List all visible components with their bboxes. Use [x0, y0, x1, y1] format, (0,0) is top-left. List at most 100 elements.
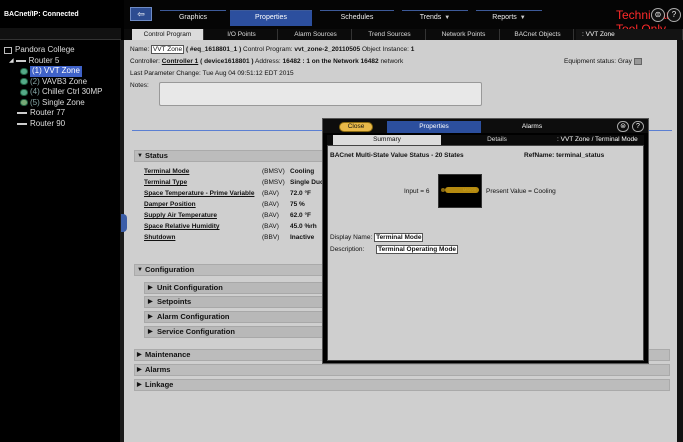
collapse-icon: ▼ [137, 153, 143, 159]
dropdown-arrow-icon: ▼ [519, 15, 526, 21]
section-title: Alarms [145, 365, 171, 374]
msv-chip: MSV20 [445, 187, 479, 193]
name-field[interactable]: VVT Zone [150, 45, 185, 54]
input-value: Input = 6 [404, 188, 430, 195]
tree-item-vvt-zone[interactable]: (1) VVT Zone [4, 66, 102, 77]
equipment-status: Equipment status: Gray [564, 58, 642, 65]
point-link[interactable]: Supply Air Temperature [144, 212, 217, 219]
refname: RefName: terminal_status [524, 152, 605, 159]
tab-reports[interactable]: Reports ▼ [476, 10, 542, 26]
router-icon [17, 122, 27, 125]
expand-icon: ▶ [148, 285, 153, 291]
back-arrow-icon[interactable]: ⇦ [130, 7, 152, 21]
help-icon[interactable]: ? [667, 8, 681, 22]
point-type: (BAV) [262, 201, 279, 208]
tree-item-chiller-ctrl[interactable]: (4) Chiller Ctrl 30MP [4, 87, 102, 98]
equipment-icon [21, 79, 27, 85]
tab-network-points[interactable]: Network Points [428, 29, 500, 40]
dialog-tab-alarms[interactable]: Alarms [489, 121, 575, 133]
tree-item-vavb3-zone[interactable]: (2) VAVB3 Zone [4, 77, 102, 88]
point-type: (BBV) [262, 234, 280, 241]
tree-label: Router 77 [30, 108, 66, 117]
tab-io-points[interactable]: I/O Points [206, 29, 278, 40]
point-link[interactable]: Damper Position [144, 201, 196, 208]
property-subtabs: Control Program I/O Points Alarm Sources… [124, 29, 683, 40]
label: Description: [330, 246, 365, 253]
tab-control-program[interactable]: Control Program [132, 29, 204, 40]
print-icon[interactable]: ⊜ [651, 8, 665, 22]
panel-toggle-handle[interactable] [121, 214, 127, 232]
tree-label: VAVB3 Zone [42, 76, 88, 86]
tab-bacnet-objects[interactable]: BACnet Objects [502, 29, 574, 40]
point-link[interactable]: Shutdown [144, 234, 175, 241]
tab-trend-sources[interactable]: Trend Sources [354, 29, 426, 40]
present-value-text: Present Value = Cooling [486, 188, 556, 195]
present-value: Present Value = Cooling [486, 188, 556, 195]
setpoints-header[interactable]: ▶ Setpoints [144, 296, 324, 308]
collapse-strip[interactable] [0, 28, 121, 40]
close-button[interactable]: Close [339, 122, 373, 132]
section-title: Maintenance [145, 350, 191, 359]
description-field[interactable]: Terminal Operating Mode [376, 245, 459, 254]
tree-item-pandora-college[interactable]: Pandora College [4, 45, 102, 56]
point-value: Cooling [290, 168, 315, 175]
display-name-field[interactable]: Terminal Mode [374, 233, 424, 242]
point-link[interactable]: Space Temperature - Prime Variable [144, 190, 254, 197]
point-value: Inactive [290, 234, 315, 241]
help-icon[interactable]: ? [632, 121, 644, 132]
controller-link[interactable]: Controller 1 [162, 58, 198, 65]
tab-properties[interactable]: Properties [230, 10, 312, 26]
tab-trends[interactable]: Trends ▼ [402, 10, 468, 26]
object-instance-value: 1 [410, 46, 415, 53]
tab-graphics[interactable]: Graphics [160, 10, 226, 26]
display-name-row: Display Name: Terminal Mode [330, 233, 424, 242]
building-icon [4, 46, 12, 54]
tab-schedules[interactable]: Schedules [320, 10, 394, 26]
section-title: Configuration [145, 265, 195, 274]
point-value: 72.0 °F [290, 190, 312, 197]
tree-item-number: (5) [30, 97, 40, 107]
tree-item-router-5[interactable]: ◢ Router 5 [4, 56, 102, 67]
tree-item-number: (1) [32, 66, 42, 75]
point-link[interactable]: Terminal Type [144, 179, 187, 186]
print-icon[interactable]: ⊜ [617, 121, 629, 132]
router-icon [15, 59, 26, 62]
description-row: Description: Terminal Operating Mode [330, 245, 459, 254]
tab-label: Reports [492, 14, 517, 21]
tree-item-router-77[interactable]: Router 77 [4, 108, 102, 119]
alarms-section-header[interactable]: ▶ Alarms [134, 364, 670, 376]
status-section-header[interactable]: ▼ Status [134, 150, 324, 162]
expand-icon: ◢ [9, 57, 14, 64]
tree-item-number: (4) [30, 87, 40, 96]
dialog-tab-details[interactable]: Details [443, 135, 551, 145]
navigation-tree: Pandora College ◢ Router 5 (1) VVT Zone … [4, 45, 102, 129]
configuration-section-header[interactable]: ▼ Configuration [134, 264, 324, 276]
point-link[interactable]: Terminal Mode [144, 168, 189, 175]
dialog-tab-summary[interactable]: Summary [333, 135, 441, 145]
dialog-tab-properties[interactable]: Properties [387, 121, 481, 133]
tree-label: Pandora College [15, 45, 75, 54]
expand-icon: ▶ [137, 382, 142, 388]
expand-icon: ▶ [148, 329, 153, 335]
equipment-status-label: Equipment status: Gray [564, 58, 632, 66]
scrollbar[interactable] [677, 40, 683, 442]
service-configuration-header[interactable]: ▶ Service Configuration [144, 326, 324, 338]
tree-label: Single Zone [42, 97, 85, 107]
dialog-body: BACnet Multi-State Value Status - 20 Sta… [327, 145, 644, 361]
tree-item-router-90[interactable]: Router 90 [4, 119, 102, 130]
tab-alarm-sources[interactable]: Alarm Sources [280, 29, 352, 40]
point-link[interactable]: Space Relative Humidity [144, 223, 220, 230]
label: Control Program: [243, 46, 293, 53]
tree-item-single-zone[interactable]: (5) Single Zone [4, 98, 102, 109]
section-title: Unit Configuration [157, 283, 223, 292]
unit-configuration-header[interactable]: ▶ Unit Configuration [144, 282, 324, 294]
left-panel: BACnet/IP: Connected Pandora College ◢ R… [0, 0, 121, 442]
notes-field[interactable] [159, 82, 482, 106]
collapse-icon: ▼ [137, 267, 143, 273]
label: network [380, 58, 404, 65]
expand-icon: ▶ [137, 352, 142, 358]
address-value: 16482 : 1 on the [282, 58, 332, 65]
linkage-section-header[interactable]: ▶ Linkage [134, 379, 670, 391]
point-type: (BAV) [262, 223, 279, 230]
alarm-configuration-header[interactable]: ▶ Alarm Configuration [144, 311, 324, 323]
